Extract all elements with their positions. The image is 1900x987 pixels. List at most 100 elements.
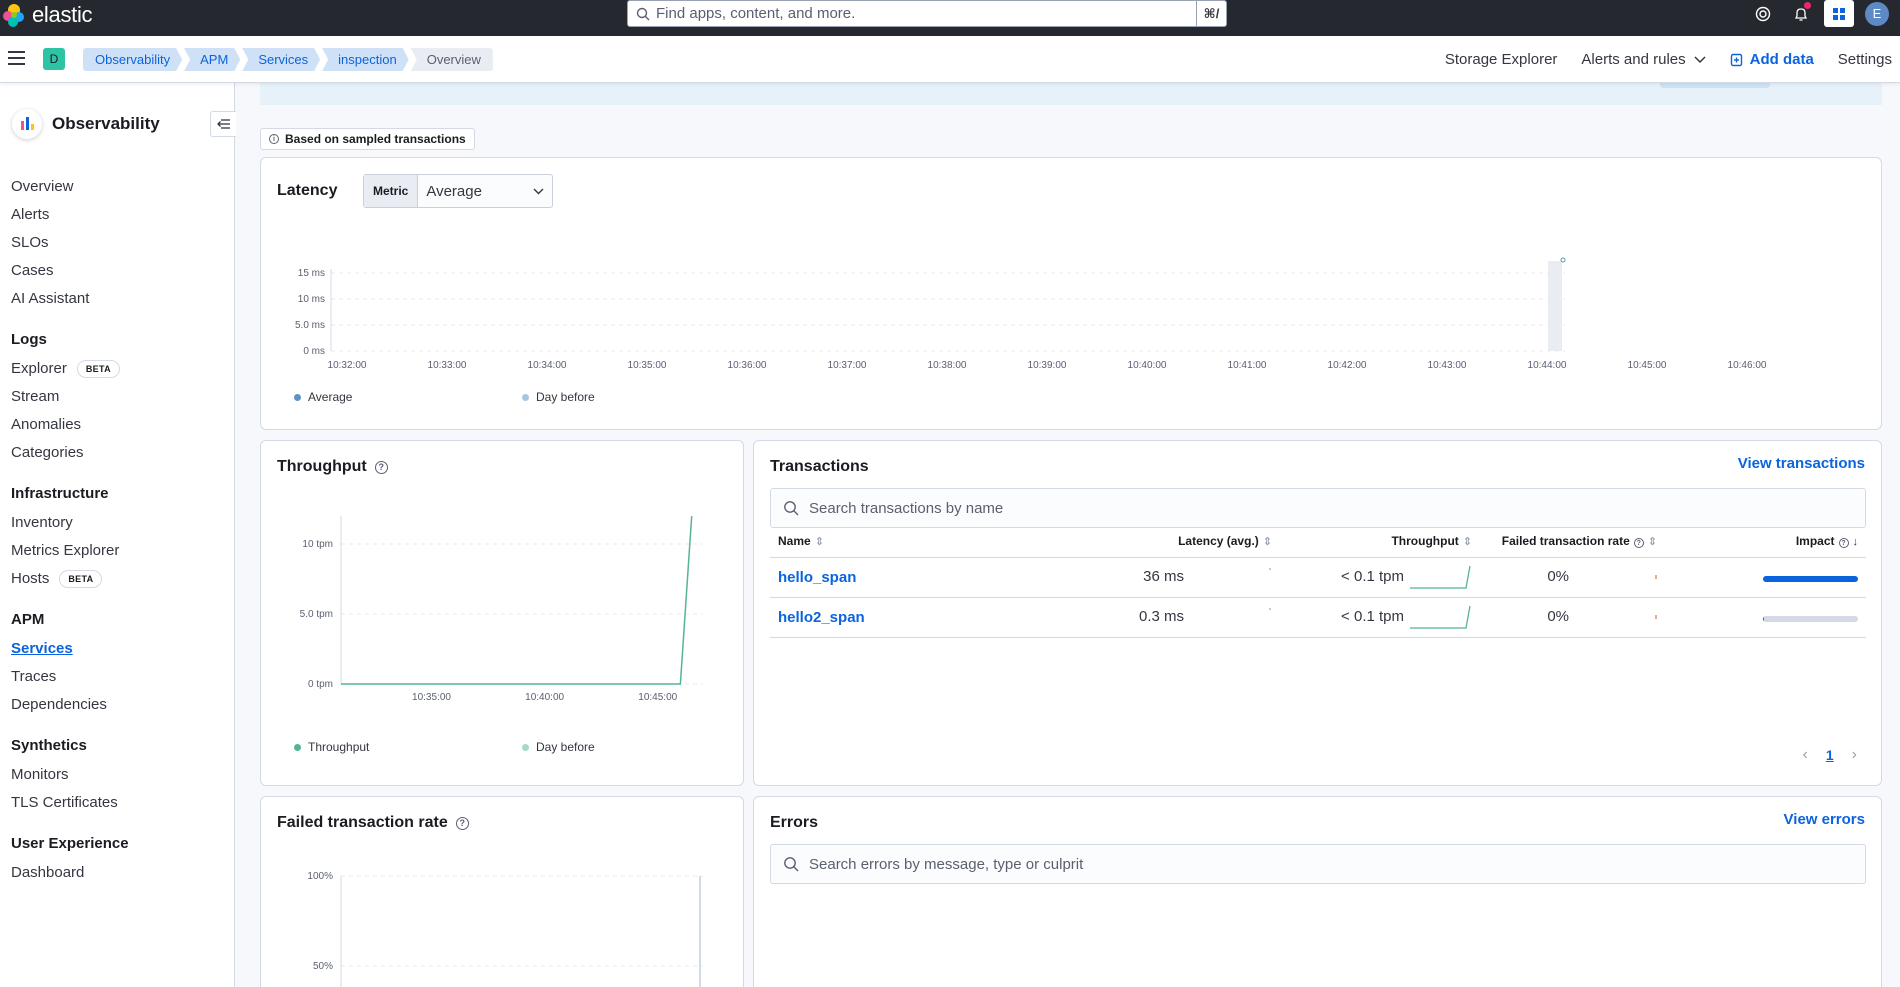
x-tick-label: 10:42:00 xyxy=(1328,360,1367,371)
failed-rate-sparkline xyxy=(1655,575,1657,579)
sidebar-item-traces[interactable]: Traces xyxy=(11,663,226,691)
sidebar-item-cases[interactable]: Cases xyxy=(11,257,226,285)
settings-link[interactable]: Settings xyxy=(1838,51,1892,68)
latency-legend: Average Day before xyxy=(294,390,750,404)
breadcrumb-observability[interactable]: Observability xyxy=(83,48,182,71)
search-icon xyxy=(784,501,799,516)
sidebar-item-dependencies[interactable]: Dependencies xyxy=(11,691,226,719)
failed-rate-title: Failed transaction rate xyxy=(277,814,448,831)
global-search-input[interactable]: Find apps, content, and more. ⌘/ xyxy=(627,0,1227,27)
sidebar: Observability Overview Alerts SLOs Cases… xyxy=(0,83,236,987)
latency-cell: 36 ms xyxy=(1130,557,1280,598)
impact-bar xyxy=(1763,615,1858,622)
sidebar-item-dashboard[interactable]: Dashboard xyxy=(11,859,226,887)
help-icon[interactable]: ? xyxy=(455,816,469,830)
previous-page-icon[interactable]: ‹ xyxy=(1803,746,1808,764)
sampled-label: Based on sampled transactions xyxy=(285,132,466,146)
transactions-search-input[interactable]: Search transactions by name xyxy=(770,488,1866,528)
app-name: elastic xyxy=(32,2,93,27)
sidebar-item-services[interactable]: Services xyxy=(11,635,226,663)
latency-chart[interactable]: 0 ms 5.0 ms 10 ms 15 ms 10:32:00 10:33:00 10:3… xyxy=(273,248,1853,373)
sidebar-item-tls-certificates[interactable]: TLS Certificates xyxy=(11,789,226,817)
failed-rate-cell: 0% xyxy=(1480,557,1665,598)
throughput-sparkline xyxy=(1410,565,1471,589)
sort-icon: ⇕ xyxy=(1647,535,1657,548)
y-tick-label: 0 ms xyxy=(303,346,325,357)
info-icon: i xyxy=(269,134,279,144)
latency-cell: 0.3 ms xyxy=(1130,597,1280,638)
x-tick-label: 10:33:00 xyxy=(428,360,467,371)
breadcrumb-services[interactable]: Services xyxy=(242,48,320,71)
throughput-legend: Throughput Day before xyxy=(294,740,750,754)
beta-badge: BETA xyxy=(59,570,103,588)
menu-toggle-icon[interactable] xyxy=(8,51,25,65)
view-errors-link[interactable]: View errors xyxy=(1784,811,1865,828)
errors-search-input[interactable]: Search errors by message, type or culpri… xyxy=(770,844,1866,884)
sidebar-item-hosts[interactable]: Hosts BETA xyxy=(11,565,226,593)
sidebar-item-inventory[interactable]: Inventory xyxy=(11,509,226,537)
impact-fill xyxy=(1763,615,1764,622)
help-menu-button[interactable] xyxy=(1748,0,1778,27)
legend-dot xyxy=(294,393,301,401)
breadcrumb-apm[interactable]: APM xyxy=(184,48,240,71)
column-header-failed-rate[interactable]: Failed transaction rate? ⇕ xyxy=(1480,525,1665,558)
page-number[interactable]: 1 xyxy=(1826,747,1834,763)
latency-metric-select[interactable]: Metric Average xyxy=(363,174,553,208)
space-avatar[interactable]: D xyxy=(43,48,65,70)
column-header-throughput[interactable]: Throughput ⇕ xyxy=(1280,525,1480,558)
y-tick-label: 15 ms xyxy=(298,268,325,279)
column-header-impact[interactable]: Impact? ↓ xyxy=(1665,525,1866,558)
help-icon[interactable]: ? xyxy=(374,460,388,474)
latency-panel: Latency Metric Average 0 ms 5.0 ms 10 ms 15… xyxy=(260,157,1882,430)
transaction-name-link[interactable]: hello2_span xyxy=(770,597,1130,638)
help-icon: ? xyxy=(1838,538,1849,548)
legend-item-throughput[interactable]: Throughput xyxy=(294,740,522,754)
alerts-rules-menu[interactable]: Alerts and rules xyxy=(1581,51,1706,68)
throughput-chart[interactable]: 0 tpm 5.0 tpm 10 tpm 10:35:00 10:40:00 10:45:… xyxy=(273,501,728,701)
callout-button[interactable] xyxy=(1660,83,1770,88)
main-content: i Based on sampled transactions Latency … xyxy=(236,83,1900,987)
failed-rate-chart[interactable]: 50% 100% xyxy=(273,862,728,987)
x-tick-label: 10:39:00 xyxy=(1028,360,1067,371)
chevron-down-icon xyxy=(533,188,544,194)
sidebar-item-metrics-explorer[interactable]: Metrics Explorer xyxy=(11,537,226,565)
sidebar-item-overview[interactable]: Overview xyxy=(11,173,226,201)
sidebar-item-slos[interactable]: SLOs xyxy=(11,229,226,257)
notification-dot xyxy=(1804,2,1811,9)
transaction-name-link[interactable]: hello_span xyxy=(770,557,1130,598)
breadcrumb-inspection[interactable]: inspection xyxy=(322,48,409,71)
transactions-title: Transactions xyxy=(770,458,869,475)
sidebar-item-monitors[interactable]: Monitors xyxy=(11,761,226,789)
notifications-button[interactable] xyxy=(1786,0,1816,27)
sidebar-item-stream[interactable]: Stream xyxy=(11,383,226,411)
sidebar-item-explorer[interactable]: Explorer BETA xyxy=(11,355,226,383)
user-menu-button[interactable]: E xyxy=(1862,0,1892,27)
column-header-name[interactable]: Name ⇕ xyxy=(770,525,1130,558)
sidebar-item-ai-assistant[interactable]: AI Assistant xyxy=(11,285,226,313)
data-point-average xyxy=(1560,257,1566,263)
sidebar-item-alerts[interactable]: Alerts xyxy=(11,201,226,229)
legend-item-day-before[interactable]: Day before xyxy=(522,740,750,754)
x-tick-label: 10:36:00 xyxy=(728,360,767,371)
next-page-icon[interactable]: › xyxy=(1852,746,1857,764)
legend-label: Day before xyxy=(536,390,595,404)
legend-item-day-before[interactable]: Day before xyxy=(522,390,750,404)
add-data-button[interactable]: Add data xyxy=(1730,51,1814,68)
collapse-sidebar-button[interactable] xyxy=(210,111,236,137)
errors-title: Errors xyxy=(770,814,819,831)
throughput-title-row: Throughput ? xyxy=(277,458,388,476)
search-shortcut: ⌘/ xyxy=(1196,0,1226,27)
impact-cell xyxy=(1665,597,1866,638)
elastic-logo[interactable]: elastic xyxy=(2,2,93,28)
legend-item-average[interactable]: Average xyxy=(294,390,522,404)
storage-explorer-link[interactable]: Storage Explorer xyxy=(1445,51,1558,68)
ai-assistant-button[interactable] xyxy=(1824,0,1854,27)
sort-icon: ⇕ xyxy=(814,535,824,548)
sidebar-item-categories[interactable]: Categories xyxy=(11,439,226,467)
y-tick-label: 10 tpm xyxy=(302,539,333,550)
legend-label: Average xyxy=(308,390,353,404)
view-transactions-link[interactable]: View transactions xyxy=(1738,455,1865,472)
sort-desc-icon: ↓ xyxy=(1852,535,1859,548)
column-header-latency[interactable]: Latency (avg.) ⇕ xyxy=(1130,525,1280,558)
sidebar-item-anomalies[interactable]: Anomalies xyxy=(11,411,226,439)
